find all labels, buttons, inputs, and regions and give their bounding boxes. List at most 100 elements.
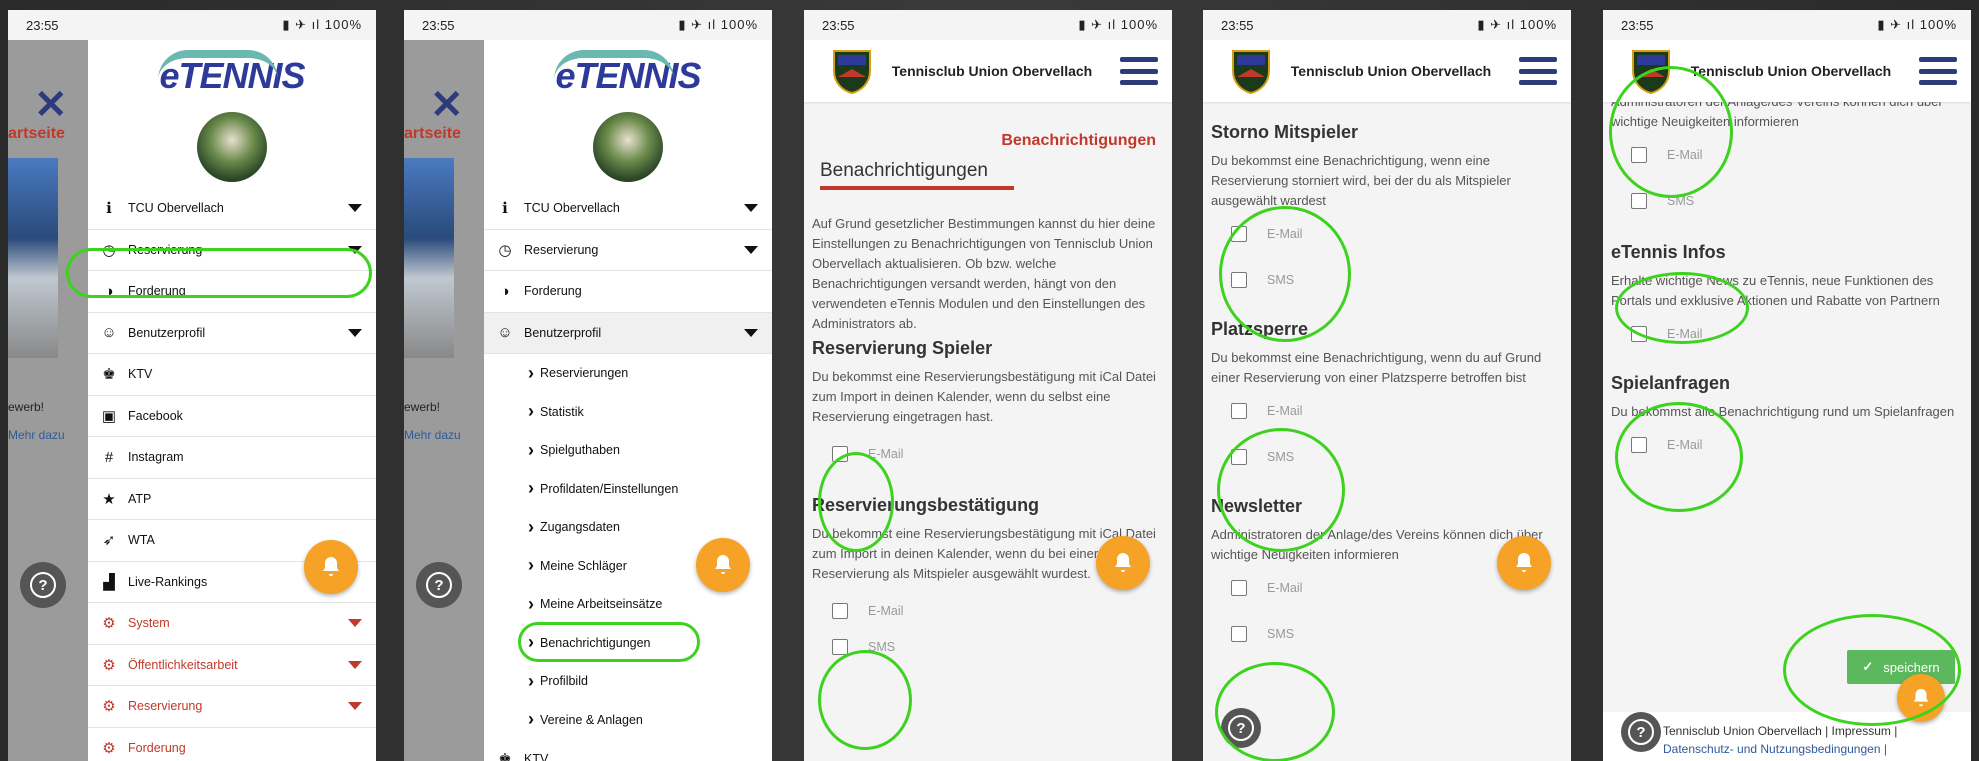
menu-item-ktv[interactable]: ♚ KTV bbox=[484, 739, 772, 761]
chevron-down-icon[interactable] bbox=[744, 245, 758, 254]
save-button[interactable]: ✓ speichern bbox=[1847, 650, 1955, 684]
menu-item-tcu-obervellach[interactable]: ℹ TCU Obervellach bbox=[484, 188, 772, 230]
submenu-item[interactable]: › Vereine & Anlagen bbox=[484, 701, 772, 740]
checkbox-box[interactable] bbox=[1631, 326, 1647, 342]
checkbox-box[interactable] bbox=[1231, 449, 1247, 465]
bell-button[interactable] bbox=[304, 540, 358, 594]
chevron-down-icon[interactable] bbox=[348, 660, 362, 669]
checkbox-email[interactable]: E-Mail bbox=[1611, 422, 1963, 468]
checkbox-sms[interactable]: SMS bbox=[1611, 178, 1963, 224]
checkbox-box[interactable] bbox=[832, 603, 848, 619]
status-bar: 23:55 ▮ ✈ ıl 100% bbox=[1603, 10, 1971, 40]
submenu-item[interactable]: › Profildaten/Einstellungen bbox=[484, 470, 772, 509]
checkbox-box[interactable] bbox=[1231, 626, 1247, 642]
battery-level: 100% bbox=[1120, 17, 1158, 32]
bell-icon bbox=[715, 555, 731, 574]
checkbox-email[interactable]: E-Mail bbox=[1211, 388, 1563, 434]
submenu-item[interactable]: › Statistik bbox=[484, 393, 772, 432]
chevron-right-icon: › bbox=[528, 401, 534, 422]
checkbox-box[interactable] bbox=[1231, 580, 1247, 596]
hamburger-menu-icon[interactable] bbox=[1919, 57, 1957, 85]
status-time: 23:55 bbox=[822, 17, 855, 33]
menu-item-reservierung[interactable]: ◷ Reservierung bbox=[88, 230, 376, 271]
checkbox-sms[interactable]: SMS bbox=[1211, 611, 1563, 657]
checkbox-box[interactable] bbox=[1631, 437, 1647, 453]
club-title[interactable]: Tennisclub Union Obervellach bbox=[1673, 63, 1919, 79]
checkbox-box[interactable] bbox=[832, 446, 848, 462]
menu-item-öffentlichkeitsarbeit[interactable]: ⚙ Öffentlichkeitsarbeit bbox=[88, 645, 376, 686]
checkbox-box[interactable] bbox=[1231, 226, 1247, 242]
help-button[interactable]: ? bbox=[1621, 712, 1661, 752]
checkbox-sms[interactable]: SMS bbox=[812, 624, 1164, 670]
clock-icon: ◷ bbox=[498, 241, 512, 259]
chevron-down-icon[interactable] bbox=[744, 204, 758, 213]
menu-item-reservierung[interactable]: ⚙ Reservierung bbox=[88, 686, 376, 728]
menu-item-instagram[interactable]: # Instagram bbox=[88, 437, 376, 479]
checkbox-email[interactable]: E-Mail bbox=[1611, 311, 1963, 357]
gears-icon: ⚙ bbox=[102, 615, 116, 633]
status-icons: ▮ ✈ ıl 100% bbox=[1877, 17, 1957, 32]
submenu-label: Spielguthaben bbox=[540, 443, 620, 458]
dimmed-background[interactable]: ✕ artseite ewerb! Mehr dazu bbox=[8, 40, 88, 761]
hamburger-menu-icon[interactable] bbox=[1120, 57, 1158, 85]
checkbox-box[interactable] bbox=[1631, 193, 1647, 209]
status-time: 23:55 bbox=[422, 17, 455, 33]
chevron-right-icon: › bbox=[528, 593, 534, 614]
bell-button[interactable] bbox=[696, 538, 750, 592]
chevron-down-icon[interactable] bbox=[348, 619, 362, 628]
background-image bbox=[404, 158, 454, 358]
submenu-item[interactable]: › Benachrichtigungen bbox=[484, 624, 772, 663]
club-title[interactable]: Tennisclub Union Obervellach bbox=[1273, 63, 1519, 79]
checkbox-email[interactable]: E-Mail bbox=[812, 431, 1164, 477]
menu-item-tcu-obervellach[interactable]: ℹ TCU Obervellach bbox=[88, 188, 376, 230]
help-button[interactable]: ? bbox=[1221, 708, 1261, 748]
behind-text: ewerb! bbox=[404, 400, 441, 414]
menu-item-benutzerprofil[interactable]: ☺ Benutzerprofil bbox=[484, 312, 772, 354]
submenu-item[interactable]: › Spielguthaben bbox=[484, 431, 772, 470]
menu-item-label: Forderung bbox=[524, 284, 582, 299]
intro-text: Auf Grund gesetzlicher Bestimmungen kann… bbox=[812, 216, 1156, 331]
avatar[interactable] bbox=[197, 112, 267, 182]
breadcrumb[interactable]: Benachrichtigungen bbox=[812, 102, 1164, 160]
close-icon[interactable]: ✕ bbox=[430, 82, 464, 128]
checkbox-email[interactable]: E-Mail bbox=[1211, 211, 1563, 257]
menu-item-system[interactable]: ⚙ System bbox=[88, 603, 376, 645]
bell-button[interactable] bbox=[1497, 536, 1551, 590]
dimmed-background[interactable]: ✕ artseite ewerb! Mehr dazu bbox=[404, 40, 484, 761]
submenu-item[interactable]: › Reservierungen bbox=[484, 354, 772, 393]
checkbox-sms[interactable]: SMS bbox=[1211, 257, 1563, 303]
menu-item-ktv[interactable]: ♚ KTV bbox=[88, 354, 376, 396]
checkbox-box[interactable] bbox=[832, 639, 848, 655]
menu-item-reservierung[interactable]: ◷ Reservierung bbox=[484, 230, 772, 271]
submenu-label: Meine Arbeitseinsätze bbox=[540, 597, 663, 612]
submenu-item[interactable]: › Profilbild bbox=[484, 662, 772, 701]
menu-item-benutzerprofil[interactable]: ☺ Benutzerprofil bbox=[88, 313, 376, 354]
checkbox-sms[interactable]: SMS bbox=[1211, 434, 1563, 480]
chevron-down-icon[interactable] bbox=[348, 245, 362, 254]
checkbox-label: E-Mail bbox=[1267, 404, 1303, 418]
bell-button[interactable] bbox=[1897, 674, 1945, 722]
menu-item-atp[interactable]: ★ ATP bbox=[88, 479, 376, 520]
chevron-down-icon[interactable] bbox=[348, 328, 362, 337]
footer-privacy-link[interactable]: Datenschutz- und Nutzungsbedingungen | bbox=[1663, 740, 1971, 758]
chevron-down-icon[interactable] bbox=[348, 702, 362, 711]
menu-item-forderung[interactable]: ⚙ Forderung bbox=[88, 728, 376, 761]
avatar[interactable] bbox=[593, 112, 663, 182]
checkbox-box[interactable] bbox=[1631, 147, 1647, 163]
menu-item-forderung[interactable]: ◑ Forderung bbox=[88, 271, 376, 313]
checkbox-email[interactable]: E-Mail bbox=[1611, 132, 1963, 178]
help-button[interactable]: ? bbox=[20, 562, 66, 608]
footer-links[interactable]: Tennisclub Union Obervellach | Impressum… bbox=[1663, 722, 1971, 740]
help-button[interactable]: ? bbox=[416, 562, 462, 608]
club-title[interactable]: Tennisclub Union Obervellach bbox=[874, 63, 1120, 79]
checkbox-box[interactable] bbox=[1231, 403, 1247, 419]
menu-item-forderung[interactable]: ◑ Forderung bbox=[484, 271, 772, 313]
close-icon[interactable]: ✕ bbox=[34, 82, 68, 128]
checkbox-label: E-Mail bbox=[1667, 327, 1703, 341]
chevron-down-icon[interactable] bbox=[348, 204, 362, 213]
chevron-down-icon[interactable] bbox=[744, 328, 758, 337]
bell-button[interactable] bbox=[1096, 536, 1150, 590]
hamburger-menu-icon[interactable] bbox=[1519, 57, 1557, 85]
menu-item-facebook[interactable]: ▣ Facebook bbox=[88, 396, 376, 437]
checkbox-box[interactable] bbox=[1231, 272, 1247, 288]
